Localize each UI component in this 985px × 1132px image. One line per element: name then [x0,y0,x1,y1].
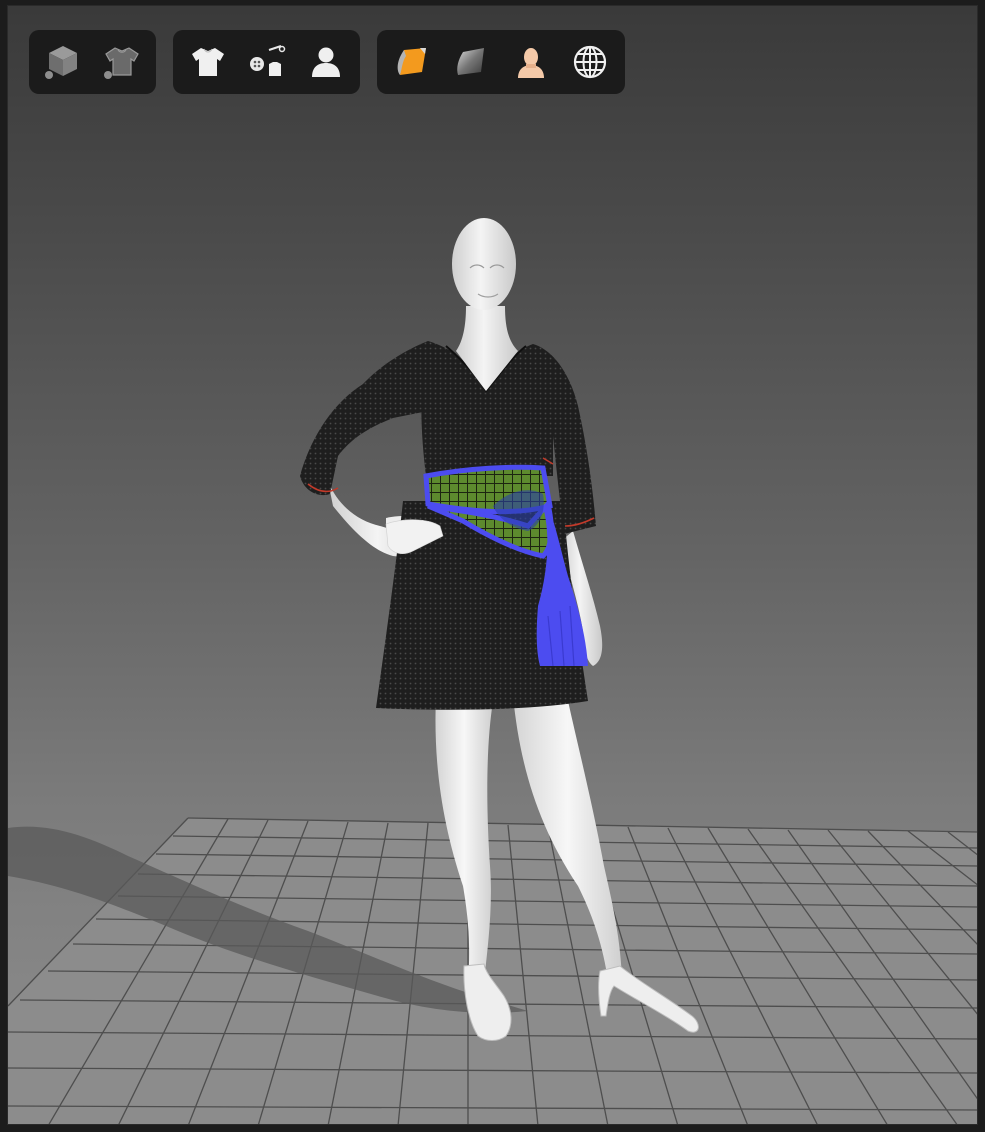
surface-shaded-icon [451,42,491,82]
surface-shading-button[interactable] [445,38,499,86]
3d-scene[interactable] [8,6,978,1125]
toolbar-group-avatar [29,30,156,94]
toolbar-group-garment [173,30,360,94]
avatar-view-button[interactable] [299,38,352,86]
wireframe-mesh-button[interactable] [564,38,618,86]
show-garment-button[interactable] [96,38,149,86]
fabric-texture-icon [392,42,432,82]
garment-view-button[interactable] [181,38,234,86]
avatar-user-icon [306,42,346,82]
floor-grid [8,817,977,1124]
3d-viewport[interactable] [7,5,978,1125]
trims-buttons-icon [247,42,287,82]
trims-button[interactable] [240,38,293,86]
avatar-cube-icon [43,42,83,82]
tshirt-icon [188,42,228,82]
skin-avatar-icon [511,42,551,82]
toolbar-group-render [377,30,625,94]
app-frame [0,0,985,1132]
avatar-skin-button[interactable] [504,38,558,86]
show-avatar-button[interactable] [37,38,90,86]
fabric-texture-button[interactable] [385,38,439,86]
globe-icon [570,42,610,82]
garment-tshirt-dark-icon [102,42,142,82]
